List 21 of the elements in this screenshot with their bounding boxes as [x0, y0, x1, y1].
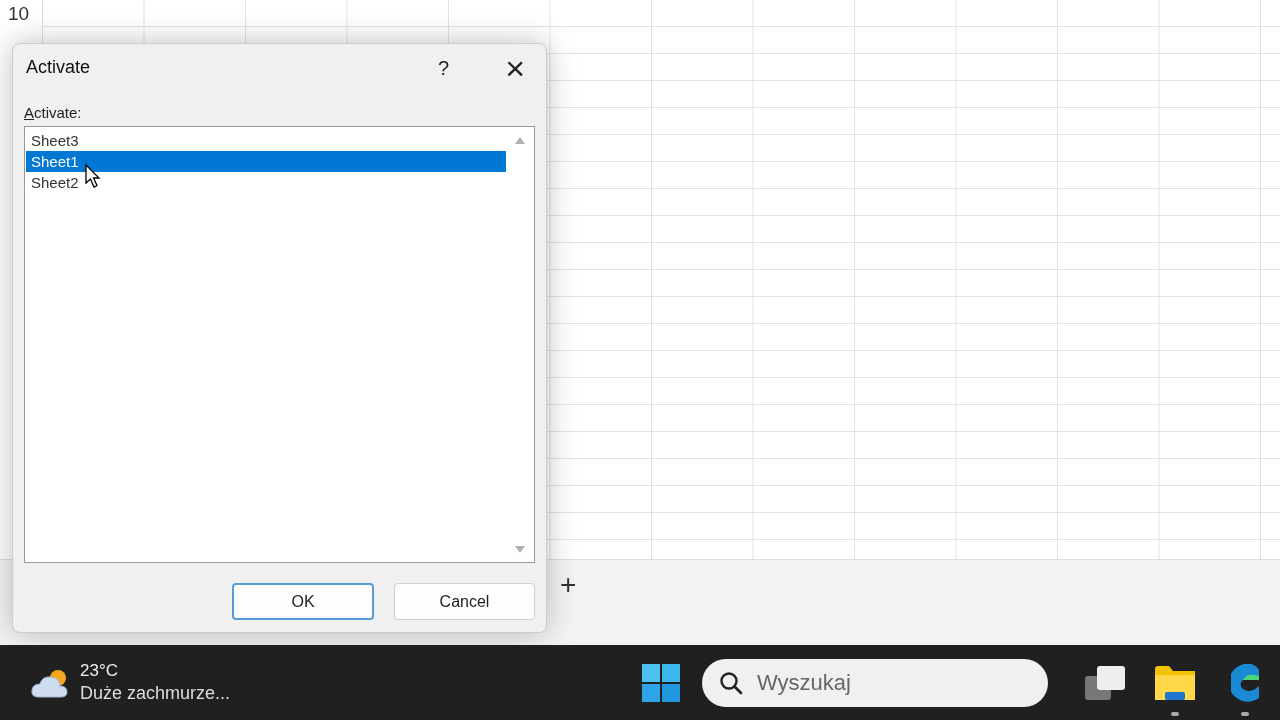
sheet-list-item[interactable]: Sheet3: [26, 130, 506, 151]
close-button[interactable]: ×: [499, 50, 531, 86]
row-number: 10: [7, 2, 31, 26]
dialog-title: Activate: [25, 56, 92, 78]
windows-start-icon[interactable]: [642, 663, 680, 702]
search-icon: [719, 670, 743, 695]
help-button[interactable]: ?: [432, 55, 456, 81]
ok-button[interactable]: OK: [232, 583, 374, 620]
add-sheet-button[interactable]: +: [556, 569, 581, 601]
browser-icon[interactable]: [1231, 663, 1259, 702]
folder-icon[interactable]: [1155, 665, 1195, 700]
cancel-button[interactable]: Cancel: [394, 583, 535, 620]
task-view-icon[interactable]: [1085, 665, 1125, 700]
weather-description: Duże zachmurze...: [80, 683, 231, 704]
search-field[interactable]: Wyszukaj: [702, 658, 1048, 707]
sheet-list-item[interactable]: Sheet1: [26, 151, 506, 172]
list-label: Activate:: [24, 104, 82, 121]
sheet-list-item[interactable]: Sheet2: [26, 172, 506, 193]
temperature: 23°C: [80, 661, 119, 681]
search-input[interactable]: Wyszukaj: [755, 668, 1019, 697]
mouse-pointer-icon: [85, 164, 101, 188]
